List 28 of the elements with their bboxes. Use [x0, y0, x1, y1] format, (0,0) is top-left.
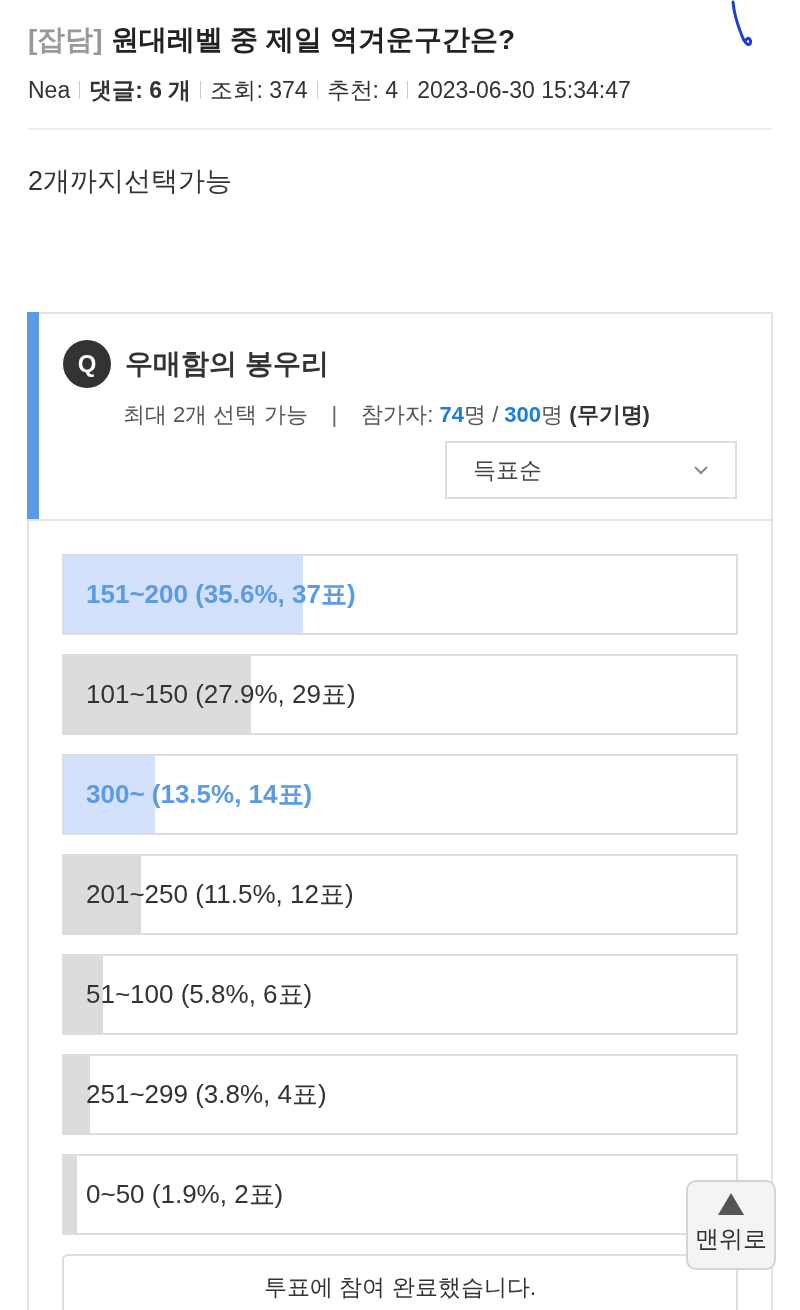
option-label: 251~299 (3.8%, 4표): [86, 1078, 327, 1111]
back-to-top-button[interactable]: 맨위로: [686, 1180, 776, 1270]
poll-option[interactable]: 51~100 (5.8%, 6표): [62, 954, 738, 1035]
option-label: 0~50 (1.9%, 2표): [86, 1178, 284, 1211]
author-name: Nea: [28, 76, 71, 105]
poll-option[interactable]: 201~250 (11.5%, 12표): [62, 854, 738, 935]
poll-question: 우매함의 봉우리: [125, 347, 329, 381]
option-label: 151~200 (35.6%, 37표): [86, 578, 356, 611]
option-label: 51~100 (5.8%, 6표): [86, 978, 313, 1011]
sort-dropdown[interactable]: 득표순: [445, 441, 737, 499]
poll-option[interactable]: 101~150 (27.9%, 29표): [62, 654, 738, 735]
view-count: 조회: 374: [210, 76, 308, 105]
selection-limit: 최대 2개 선택 가능: [123, 401, 308, 429]
question-badge: Q: [63, 340, 111, 388]
up-triangle-icon: [718, 1193, 744, 1215]
category-tag: [잡담]: [28, 20, 103, 60]
separator-text: |: [331, 401, 338, 429]
recommend-count: 추천: 4: [326, 76, 399, 105]
option-label: 300~ (13.5%, 14표): [86, 778, 313, 811]
comment-count: 댓글: 6 개: [89, 76, 192, 105]
poll-option[interactable]: 251~299 (3.8%, 4표): [62, 1054, 738, 1135]
participant-count: 참가자: 74명 / 300명 (무기명): [361, 401, 650, 429]
option-label: 101~150 (27.9%, 29표): [86, 678, 356, 711]
option-label: 201~250 (11.5%, 12표): [86, 878, 354, 911]
chevron-down-icon: [693, 465, 709, 475]
post-body: 2개까지선택가능: [28, 165, 234, 198]
post-date: 2023-06-30 15:34:47: [417, 76, 631, 105]
post-title: 원대레벨 중 제일 역겨운구간은?: [110, 23, 516, 57]
